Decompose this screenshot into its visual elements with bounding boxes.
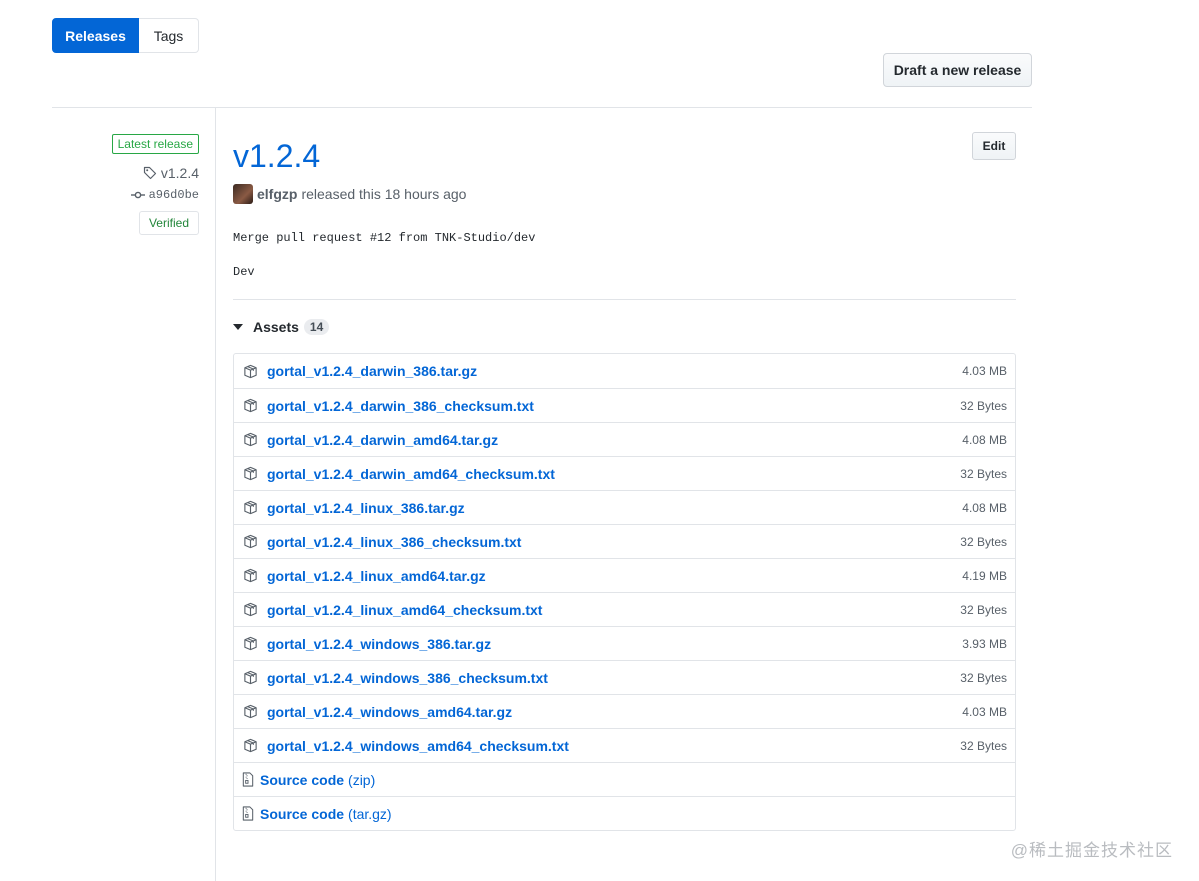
asset-row: gortal_v1.2.4_windows_386.tar.gz 3.93 MB xyxy=(234,626,1015,660)
source-code-targz-link[interactable]: Source code xyxy=(260,806,344,822)
source-code-format[interactable]: (zip) xyxy=(348,772,375,788)
asset-download-link[interactable]: gortal_v1.2.4_linux_386_checksum.txt xyxy=(267,534,521,550)
asset-size: 32 Bytes xyxy=(960,466,1007,481)
release-entry: v1.2.4 Edit elfgzp released this 18 hour… xyxy=(233,130,1016,831)
asset-row: gortal_v1.2.4_darwin_amd64.tar.gz 4.08 M… xyxy=(234,422,1015,456)
verified-badge[interactable]: Verified xyxy=(138,211,199,235)
asset-row: gortal_v1.2.4_linux_amd64_checksum.txt 3… xyxy=(234,592,1015,626)
asset-row: gortal_v1.2.4_linux_386.tar.gz 4.08 MB xyxy=(234,490,1015,524)
asset-row: gortal_v1.2.4_linux_386_checksum.txt 32 … xyxy=(234,524,1015,558)
asset-download-link[interactable]: gortal_v1.2.4_linux_386.tar.gz xyxy=(267,500,465,516)
asset-download-link[interactable]: gortal_v1.2.4_darwin_386_checksum.txt xyxy=(267,398,534,414)
asset-download-link[interactable]: gortal_v1.2.4_windows_amd64.tar.gz xyxy=(267,704,512,720)
release-meta: Latest release v1.2.4 a96d0be Verified xyxy=(52,134,199,235)
package-icon xyxy=(242,431,259,448)
divider xyxy=(52,107,1032,108)
asset-size: 4.19 MB xyxy=(962,568,1007,583)
asset-row: gortal_v1.2.4_darwin_386_checksum.txt 32… xyxy=(234,388,1015,422)
edit-release-button[interactable]: Edit xyxy=(972,132,1016,160)
asset-size: 3.93 MB xyxy=(962,636,1007,651)
asset-size: 32 Bytes xyxy=(960,602,1007,617)
avatar[interactable] xyxy=(233,184,253,204)
releases-tags-nav: Releases Tags xyxy=(52,18,199,53)
package-icon xyxy=(242,465,259,482)
watermark: @稀土掘金技术社区 xyxy=(1010,841,1173,860)
release-byline: elfgzp released this 18 hours ago xyxy=(233,184,1016,204)
package-icon xyxy=(242,635,259,652)
asset-download-link[interactable]: gortal_v1.2.4_darwin_amd64.tar.gz xyxy=(267,432,498,448)
tag-icon xyxy=(143,166,156,180)
asset-row: gortal_v1.2.4_windows_amd64.tar.gz 4.03 … xyxy=(234,694,1015,728)
source-code-zip-link[interactable]: Source code xyxy=(260,772,344,788)
asset-download-link[interactable]: gortal_v1.2.4_windows_amd64_checksum.txt xyxy=(267,738,569,754)
author-link[interactable]: elfgzp xyxy=(257,186,297,202)
asset-download-link[interactable]: gortal_v1.2.4_windows_386.tar.gz xyxy=(267,636,491,652)
package-icon xyxy=(242,601,259,618)
release-title[interactable]: v1.2.4 xyxy=(233,130,1016,182)
assets-count-badge: 14 xyxy=(303,319,330,335)
asset-download-link[interactable]: gortal_v1.2.4_linux_amd64.tar.gz xyxy=(267,568,486,584)
asset-row: gortal_v1.2.4_darwin_amd64_checksum.txt … xyxy=(234,456,1015,490)
asset-size: 32 Bytes xyxy=(960,738,1007,753)
asset-row: gortal_v1.2.4_darwin_386.tar.gz 4.03 MB xyxy=(234,354,1015,388)
package-icon xyxy=(242,397,259,414)
released-time-text: released this 18 hours ago xyxy=(301,186,467,202)
asset-download-link[interactable]: gortal_v1.2.4_linux_amd64_checksum.txt xyxy=(267,602,542,618)
asset-download-link[interactable]: gortal_v1.2.4_windows_386_checksum.txt xyxy=(267,670,548,686)
package-icon xyxy=(242,737,259,754)
asset-size: 4.08 MB xyxy=(962,500,1007,515)
asset-size: 4.08 MB xyxy=(962,432,1007,447)
asset-row: gortal_v1.2.4_linux_amd64.tar.gz 4.19 MB xyxy=(234,558,1015,592)
file-zip-icon xyxy=(242,771,255,788)
assets-toggle[interactable]: Assets 14 xyxy=(233,319,1016,335)
file-zip-icon xyxy=(242,805,255,822)
package-icon xyxy=(242,499,259,516)
release-commit-link[interactable]: a96d0be xyxy=(130,188,199,202)
caret-down-icon xyxy=(233,324,243,330)
asset-size: 32 Bytes xyxy=(960,670,1007,685)
release-tag-link[interactable]: v1.2.4 xyxy=(143,165,199,181)
package-icon xyxy=(242,567,259,584)
source-code-format[interactable]: (tar.gz) xyxy=(348,806,392,822)
assets-label: Assets xyxy=(253,319,299,335)
asset-download-link[interactable]: gortal_v1.2.4_darwin_386.tar.gz xyxy=(267,363,477,379)
asset-list: gortal_v1.2.4_darwin_386.tar.gz 4.03 MB … xyxy=(233,353,1016,831)
release-body-line: Dev xyxy=(233,265,255,279)
release-commit-sha: a96d0be xyxy=(148,188,199,202)
package-icon xyxy=(242,669,259,686)
asset-row: gortal_v1.2.4_windows_amd64_checksum.txt… xyxy=(234,728,1015,762)
latest-release-badge: Latest release xyxy=(111,134,199,154)
source-code-row: Source code (zip) xyxy=(234,762,1015,796)
tab-releases[interactable]: Releases xyxy=(52,18,139,53)
asset-size: 32 Bytes xyxy=(960,534,1007,549)
commit-icon xyxy=(130,191,145,199)
asset-size: 4.03 MB xyxy=(962,704,1007,719)
source-code-row: Source code (tar.gz) xyxy=(234,796,1015,830)
divider xyxy=(233,299,1016,300)
asset-size: 32 Bytes xyxy=(960,398,1007,413)
asset-size: 4.03 MB xyxy=(962,364,1007,378)
package-icon xyxy=(242,703,259,720)
tab-tags[interactable]: Tags xyxy=(139,18,199,53)
draft-new-release-button[interactable]: Draft a new release xyxy=(883,53,1032,87)
asset-row: gortal_v1.2.4_windows_386_checksum.txt 3… xyxy=(234,660,1015,694)
release-tag-label: v1.2.4 xyxy=(160,165,199,181)
release-body-line: Merge pull request #12 from TNK-Studio/d… xyxy=(233,231,536,245)
package-icon xyxy=(242,533,259,550)
package-icon xyxy=(242,363,259,380)
timeline-line xyxy=(215,107,216,881)
asset-download-link[interactable]: gortal_v1.2.4_darwin_amd64_checksum.txt xyxy=(267,466,555,482)
